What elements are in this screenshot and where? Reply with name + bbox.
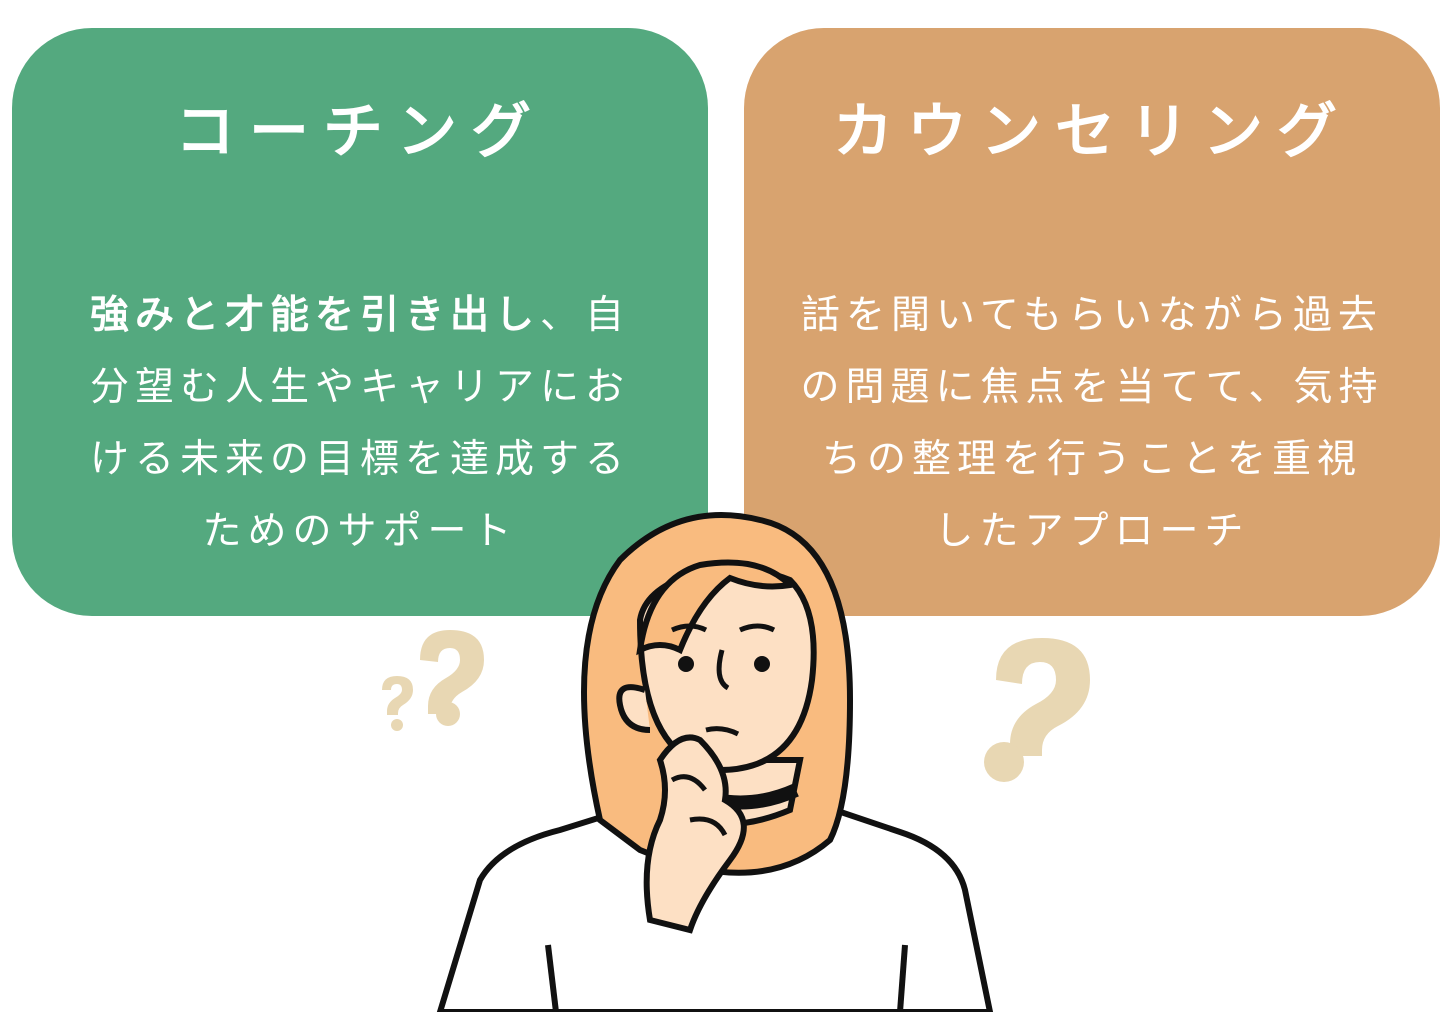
counseling-title: カウンセリング bbox=[833, 97, 1351, 167]
question-mark-icon bbox=[984, 638, 1090, 782]
counseling-card: カウンセリング 話を聞いてもらいながら過去の問題に焦点を当てて、気持ちの整理を行… bbox=[744, 28, 1440, 616]
question-mark-icon bbox=[420, 630, 484, 726]
coaching-title: コーチング bbox=[175, 97, 545, 167]
coaching-description: 強みと才能を引き出し、自分望む人生やキャリアにおける未来の目標を達成するためのサ… bbox=[68, 280, 652, 568]
coaching-description-emphasis: 強みと才能を引き出し bbox=[89, 293, 540, 338]
coaching-card: コーチング 強みと才能を引き出し、自分望む人生やキャリアにおける未来の目標を達成… bbox=[12, 28, 708, 616]
counseling-description: 話を聞いてもらいながら過去の問題に焦点を当てて、気持ちの整理を行うことを重視した… bbox=[800, 293, 1384, 554]
question-mark-icon bbox=[382, 676, 413, 731]
